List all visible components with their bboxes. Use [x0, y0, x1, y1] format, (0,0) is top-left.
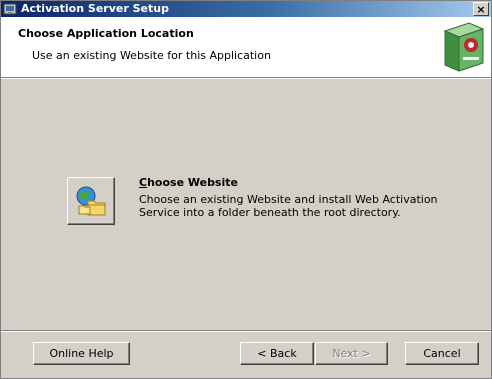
cancel-button[interactable]: Cancel — [405, 342, 479, 365]
choose-website-title: Choose Website — [139, 176, 238, 189]
footer-separator — [1, 330, 491, 332]
setup-app-icon — [3, 3, 17, 15]
next-button[interactable]: Next > — [315, 342, 388, 365]
page-subtitle: Use an existing Website for this Applica… — [32, 49, 271, 62]
close-icon: × — [476, 2, 486, 16]
window-title: Activation Server Setup — [21, 2, 169, 15]
website-folder-icon — [76, 186, 106, 216]
setup-window: Activation Server Setup × Choose Applica… — [0, 0, 492, 379]
title-bar[interactable]: Activation Server Setup × — [1, 1, 491, 17]
header-banner: Choose Application Location Use an exist… — [1, 17, 491, 77]
product-box-icon — [443, 22, 485, 72]
page-title: Choose Application Location — [18, 27, 194, 40]
close-button[interactable]: × — [473, 2, 489, 16]
online-help-button[interactable]: Online Help — [33, 342, 130, 365]
choose-website-title-rest: hoose Website — [147, 176, 238, 189]
mnemonic-letter: C — [139, 176, 148, 189]
back-button[interactable]: < Back — [240, 342, 314, 365]
choose-website-button[interactable] — [67, 177, 115, 225]
header-separator — [1, 77, 491, 79]
choose-website-description: Choose an existing Website and install W… — [139, 193, 438, 219]
